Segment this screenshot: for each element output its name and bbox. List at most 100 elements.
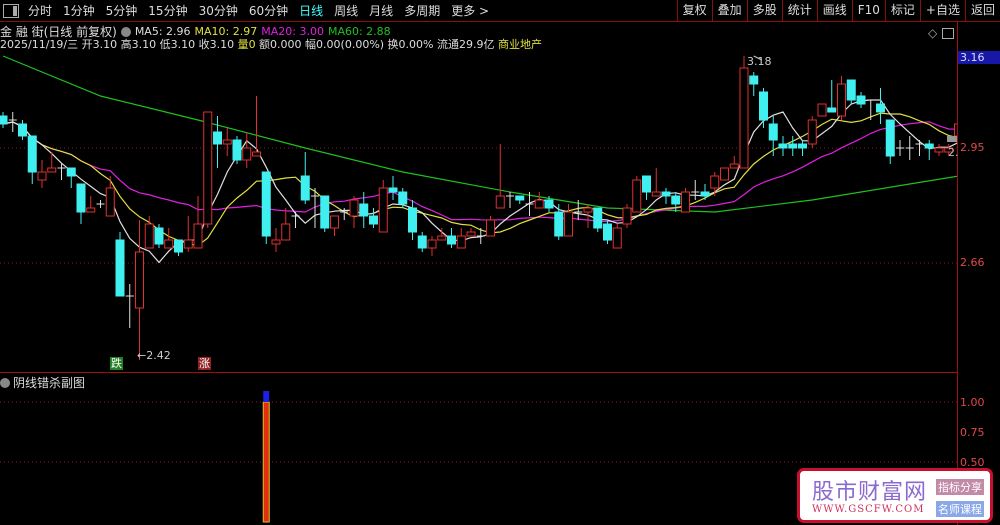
candle-body [193, 223, 203, 249]
candle-body [603, 223, 612, 241]
candle-body [729, 163, 739, 169]
candle-body [837, 83, 846, 117]
watermark-url: WWW.GSCFW.COM [812, 504, 925, 515]
candle-body [593, 207, 603, 229]
candle-body [0, 115, 8, 125]
candle-body [642, 175, 651, 193]
candle-body [115, 239, 125, 297]
candle-body [534, 199, 544, 209]
candle-body [76, 183, 86, 213]
axis-label: 2.95 [960, 141, 985, 154]
price-tag-current: 3.16 [958, 51, 1000, 64]
sub-axis-label: 0.75 [960, 426, 985, 439]
candle-body [427, 239, 437, 249]
watermark-badge: 指标分享 [936, 479, 984, 495]
candle-body [486, 219, 495, 237]
candle-body [154, 227, 164, 245]
dropdown-icon[interactable] [0, 377, 10, 388]
candle-body [466, 231, 476, 237]
candle-body [437, 235, 447, 241]
cursor-marker [947, 136, 957, 142]
candle-body [252, 151, 261, 157]
candle-body [232, 139, 242, 161]
candle-body [768, 123, 778, 141]
candle-body [27, 135, 37, 173]
candle-body [18, 123, 27, 137]
candle-body [661, 191, 671, 197]
candle-body [408, 207, 417, 233]
candle-body [778, 143, 788, 149]
rise-tag: 涨 [198, 357, 211, 370]
candle-body [300, 175, 310, 201]
candle-body [564, 211, 573, 237]
candle-body [66, 167, 76, 177]
candle-body [369, 215, 378, 225]
candle-body [398, 191, 408, 205]
candle-body [876, 103, 885, 113]
candle-body [924, 143, 934, 149]
candle-body [749, 75, 759, 85]
candle-body [651, 191, 661, 197]
candle-body [144, 223, 154, 249]
candle-body [612, 227, 622, 249]
candle-body [183, 239, 193, 249]
low-annotation: ←2.42 [137, 349, 171, 362]
subchart-header: 阴线错杀副图 [0, 374, 85, 391]
candle-body [174, 239, 183, 253]
candle-body [359, 203, 369, 217]
candle-body [86, 207, 96, 213]
candle-body [222, 139, 232, 145]
watermark-name: 股市财富网 [812, 480, 928, 505]
candle-body [261, 171, 271, 237]
fall-tag: 跌 [110, 357, 123, 370]
candle-body [320, 195, 330, 229]
candle-body [583, 207, 593, 213]
high-annotation: 3.18 [747, 55, 772, 68]
candle-body [349, 199, 359, 217]
candle-body [846, 79, 856, 101]
candle-body [164, 239, 174, 249]
watermark-logo: 股市财富网 WWW.GSCFW.COM 指标分享 名师课程 [797, 468, 993, 523]
candle-body [622, 207, 632, 225]
candle-body [817, 103, 827, 117]
candle-body [720, 167, 729, 181]
candle-body [671, 195, 681, 205]
candle-body [759, 91, 768, 121]
candle-body [203, 111, 213, 225]
candle-body [495, 195, 505, 209]
candle-body [37, 171, 47, 181]
candle-body [330, 215, 339, 229]
candle-body [378, 187, 388, 233]
signal-cap [263, 391, 270, 402]
candle-body [515, 195, 525, 201]
candle-body [544, 199, 554, 209]
candle-body [934, 147, 944, 153]
candle-body [213, 131, 222, 145]
panel-divider [0, 372, 958, 373]
candle-body [47, 167, 57, 173]
candle-body [798, 143, 807, 149]
price-axis [957, 22, 958, 525]
candle-body [885, 119, 895, 157]
kline-chart[interactable] [0, 0, 958, 525]
candle-body [632, 179, 642, 213]
candle-body [456, 235, 466, 249]
axis-label-cut: 2. [948, 146, 959, 159]
signal-bar [262, 401, 270, 523]
sub-axis-label: 1.00 [960, 396, 985, 409]
candle-body [856, 95, 866, 105]
candle-body [388, 187, 398, 193]
candle-body [554, 211, 564, 237]
subchart-title: 阴线错杀副图 [13, 376, 86, 390]
candle-body [827, 107, 837, 113]
candle-body [681, 191, 690, 213]
candle-body [447, 235, 456, 245]
candle-body [788, 143, 798, 149]
candle-body [739, 67, 749, 169]
axis-label: 2.66 [960, 256, 985, 269]
candle-body [700, 191, 710, 197]
back-button[interactable]: 返回 [964, 0, 1000, 21]
candle-body [135, 251, 144, 309]
candle-body [242, 147, 252, 161]
candle-body [710, 175, 720, 189]
